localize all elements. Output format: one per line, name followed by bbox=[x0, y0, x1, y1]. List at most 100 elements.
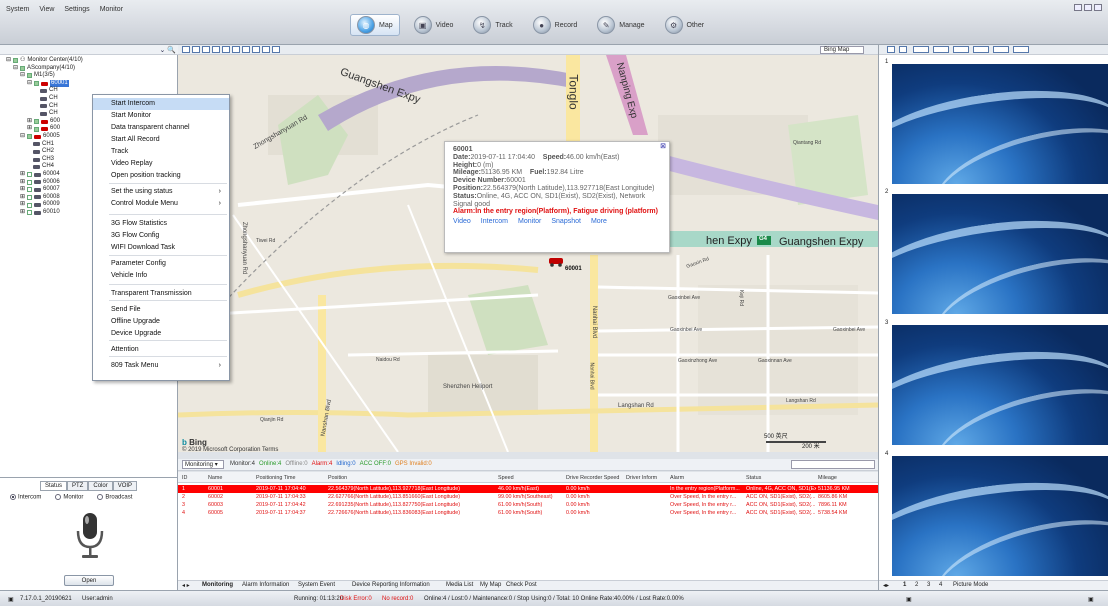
fullscreen-icon[interactable] bbox=[262, 46, 270, 53]
checkbox[interactable] bbox=[27, 194, 33, 200]
menu-item-attention[interactable]: Attention bbox=[93, 344, 229, 356]
expand-icon[interactable]: ⊞ bbox=[20, 186, 25, 194]
bottom-tab-my-map[interactable]: My Map bbox=[480, 582, 501, 588]
bottom-tab-alarm-information[interactable]: Alarm Information bbox=[242, 582, 289, 588]
column-header[interactable]: Status bbox=[746, 474, 816, 482]
tree-channel[interactable]: CH4 bbox=[6, 163, 83, 171]
expand-icon[interactable]: ⊞ bbox=[20, 201, 25, 209]
page-tab-3[interactable]: 3 bbox=[927, 582, 930, 588]
radio-intercom[interactable]: Intercom bbox=[10, 494, 41, 501]
picture-mode-tab[interactable]: Picture Mode bbox=[953, 582, 988, 588]
zoom-in-icon[interactable] bbox=[182, 46, 190, 53]
prev-page-icon[interactable]: ◂▸ bbox=[883, 582, 889, 589]
monitoring-select[interactable]: Monitoring ▾ bbox=[182, 460, 224, 469]
vehicle-marker-icon[interactable] bbox=[549, 258, 563, 264]
table-row[interactable]: 4 60005 2019-07-11 17:04:37 22.726676(North… bbox=[178, 509, 878, 517]
maximize-icon[interactable] bbox=[1084, 4, 1092, 11]
radio-broadcast[interactable]: Broadcast bbox=[97, 494, 132, 501]
collapse-icon[interactable]: ⊟ bbox=[6, 57, 11, 65]
checkbox[interactable] bbox=[27, 187, 33, 193]
video-pane[interactable]: 3 bbox=[879, 317, 1108, 447]
tree-node-device[interactable]: ⊞ 60006 bbox=[6, 179, 83, 187]
play-icon[interactable] bbox=[993, 46, 1009, 53]
map-provider-select[interactable]: Bing Map bbox=[820, 46, 864, 54]
nav-record-button[interactable]: ● Record bbox=[527, 14, 584, 36]
popup-snapshot-link[interactable]: Snapshot bbox=[551, 218, 581, 226]
monitor-filter-select[interactable] bbox=[791, 460, 875, 469]
table-row[interactable]: 2 60002 2019-07-11 17:04:33 22.627766(North… bbox=[178, 493, 878, 501]
minimize-icon[interactable] bbox=[1074, 4, 1082, 11]
menu-item-809-task-menu[interactable]: 809 Task Menu › bbox=[93, 360, 229, 372]
menu-item-track[interactable]: Track bbox=[93, 146, 229, 158]
column-header[interactable]: Speed bbox=[498, 474, 564, 482]
tree-node-root[interactable]: ⊟ ⚇ Monitor Center(4/10) bbox=[6, 57, 83, 65]
menu-item-set-the-using-status[interactable]: Set the using status › bbox=[93, 186, 229, 198]
tree-channel[interactable]: CH3 bbox=[6, 156, 83, 164]
tree-channel[interactable]: CH bbox=[6, 110, 83, 118]
camera-icon[interactable] bbox=[953, 46, 969, 53]
menu-monitor[interactable]: Monitor bbox=[100, 6, 123, 13]
screen-select-icon[interactable] bbox=[913, 46, 929, 53]
expand-icon[interactable]: ⊞ bbox=[27, 118, 32, 126]
column-header[interactable]: Position bbox=[328, 474, 496, 482]
radio-monitor[interactable]: Monitor bbox=[55, 494, 83, 501]
video-pane[interactable]: 1 bbox=[879, 56, 1108, 186]
open-button[interactable]: Open bbox=[64, 575, 114, 586]
menu-item-video-replay[interactable]: Video Replay bbox=[93, 158, 229, 170]
tree-node-device[interactable]: ⊞ 60004 bbox=[6, 171, 83, 179]
menu-item-vehicle-info[interactable]: Vehicle Info bbox=[93, 270, 229, 282]
column-header[interactable]: Driver Inform bbox=[626, 474, 668, 482]
polygon-tool-icon[interactable] bbox=[232, 46, 240, 53]
stop-icon[interactable] bbox=[1013, 46, 1029, 53]
nav-manage-button[interactable]: ✎ Manage bbox=[591, 14, 650, 36]
expand-panel-icon[interactable]: ▣ bbox=[1088, 596, 1094, 603]
tree-channel[interactable]: CH2 bbox=[6, 148, 83, 156]
zoom-out-icon[interactable] bbox=[192, 46, 200, 53]
video-pane[interactable]: 4 bbox=[879, 448, 1108, 578]
menu-item-3g-flow-config[interactable]: 3G Flow Config bbox=[93, 230, 229, 242]
line-tool-icon[interactable] bbox=[242, 46, 250, 53]
expand-icon[interactable]: ⊞ bbox=[20, 179, 25, 187]
menu-item-start-intercom[interactable]: Start Intercom bbox=[93, 98, 229, 110]
checkbox[interactable] bbox=[27, 210, 33, 216]
close-icon[interactable]: ⊠ bbox=[660, 143, 666, 151]
menu-item-device-upgrade[interactable]: Device Upgrade bbox=[93, 328, 229, 340]
map-canvas[interactable] bbox=[178, 55, 878, 452]
table-row[interactable]: 3 60003 2019-07-11 17:04:42 22.691235(North… bbox=[178, 501, 878, 509]
menu-item-parameter-config[interactable]: Parameter Config bbox=[93, 258, 229, 270]
tree-node-device[interactable]: ⊞ 60008 bbox=[6, 194, 83, 202]
expand-icon[interactable]: ⊞ bbox=[20, 209, 25, 217]
close-icon[interactable] bbox=[1094, 4, 1102, 11]
search-icon[interactable]: ⌄ 🔍 bbox=[159, 46, 176, 54]
bottom-tab-media-list[interactable]: Media List bbox=[446, 582, 473, 588]
page-tab-2[interactable]: 2 bbox=[915, 582, 918, 588]
menu-item-data-transparent-channel[interactable]: Data transparent channel bbox=[93, 122, 229, 134]
menu-item-transparent-transmission[interactable]: Transparent Transmission bbox=[93, 288, 229, 300]
layers-icon[interactable] bbox=[272, 46, 280, 53]
column-header[interactable]: Name bbox=[208, 474, 254, 482]
menu-item-start-all-record[interactable]: Start All Record bbox=[93, 134, 229, 146]
nav-map-button[interactable]: ◍ Map bbox=[350, 14, 400, 36]
tree-node-device[interactable]: ⊞ 60009 bbox=[6, 201, 83, 209]
tree-node-company[interactable]: ⊟ AScompany(4/10) bbox=[6, 65, 83, 73]
tree-channel[interactable]: CH bbox=[6, 87, 83, 95]
checkbox[interactable] bbox=[27, 179, 33, 185]
search-map-icon[interactable] bbox=[252, 46, 260, 53]
popup-more-link[interactable]: More bbox=[591, 218, 607, 226]
nav-video-button[interactable]: ▣ Video bbox=[408, 14, 460, 36]
tree-node-group[interactable]: ⊟ M1(3/5) bbox=[6, 72, 83, 80]
tab-ptz[interactable]: PTZ bbox=[67, 481, 89, 491]
collapse-icon[interactable]: ⊟ bbox=[20, 133, 25, 141]
circle-tool-icon[interactable] bbox=[212, 46, 220, 53]
checkbox[interactable] bbox=[34, 81, 40, 87]
menu-item-send-file[interactable]: Send File bbox=[93, 304, 229, 316]
bottom-tab-monitoring[interactable]: Monitoring bbox=[202, 582, 233, 588]
column-header[interactable]: Alarm bbox=[670, 474, 744, 482]
expand-icon[interactable]: ⊞ bbox=[20, 171, 25, 179]
pointer-icon[interactable] bbox=[202, 46, 210, 53]
expand-icon[interactable]: ⊞ bbox=[20, 194, 25, 202]
tab-scroll-icon[interactable]: ◂ ▸ bbox=[182, 582, 190, 589]
menu-item-wifi-download-task[interactable]: WIFI Download Task bbox=[93, 242, 229, 254]
tree-node-selected[interactable]: ⊟ 60001 bbox=[6, 79, 83, 88]
checkbox[interactable] bbox=[34, 126, 40, 132]
